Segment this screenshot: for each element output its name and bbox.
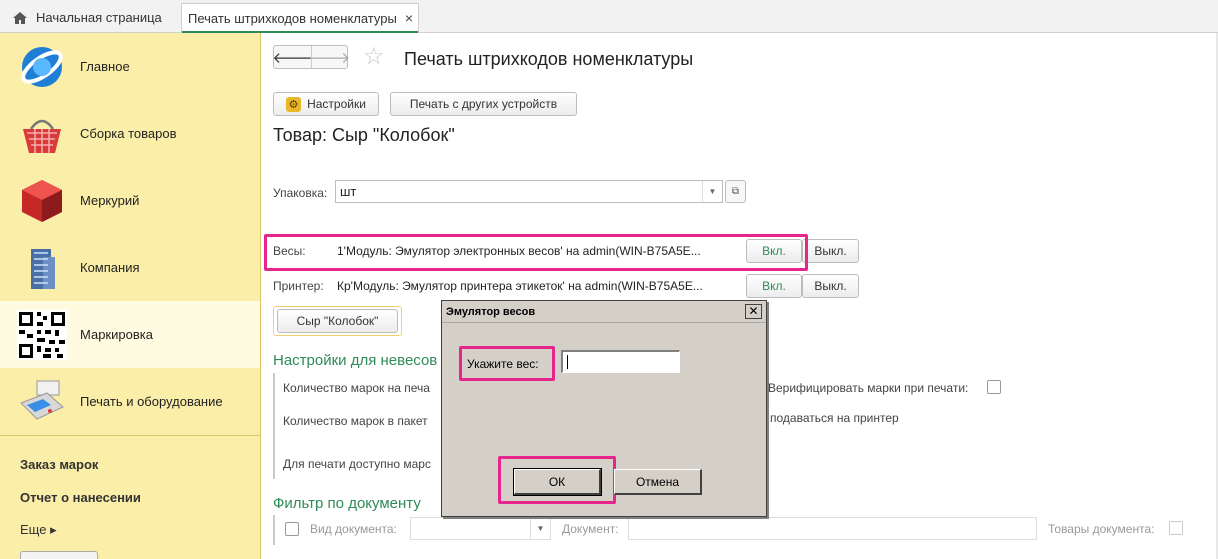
tab-home[interactable]: Начальная страница	[6, 3, 176, 32]
close-tab-icon[interactable]: ×	[405, 10, 413, 26]
marks-count-label: Количество марок на печа	[283, 381, 430, 395]
order-marks-link[interactable]: Заказ марок	[20, 457, 98, 472]
doc-type-select[interactable]: ▼	[410, 517, 551, 540]
gear-icon: ⚙	[286, 96, 302, 112]
document-goods-checkbox[interactable]	[1169, 521, 1183, 535]
close-icon[interactable]: ✕	[745, 304, 762, 319]
favorite-star-icon[interactable]: ☆	[363, 45, 385, 69]
qr-code-icon	[17, 309, 67, 360]
page-title: Печать штрихкодов номенклатуры	[404, 49, 694, 69]
filter-enable-checkbox[interactable]	[285, 522, 299, 536]
settings-group-bar	[273, 373, 275, 479]
chevron-down-icon[interactable]: ▼	[702, 181, 722, 202]
printer-on-button[interactable]: Вкл.	[746, 274, 802, 298]
sidebar-item-assembly[interactable]: Сборка товаров	[0, 100, 260, 167]
forward-button[interactable]: 🡒	[310, 46, 350, 68]
red-cube-icon	[22, 179, 62, 222]
ok-button[interactable]: ОК	[513, 468, 602, 496]
verify-marks-checkbox[interactable]	[987, 380, 1001, 394]
sidebar-item-label: Маркировка	[80, 327, 153, 342]
navigation-buttons: 🡐 🡒	[272, 45, 350, 69]
sidebar-separator	[0, 435, 260, 436]
settings-button-label: Настройки	[307, 97, 366, 111]
home-icon	[13, 11, 27, 24]
open-package-icon[interactable]: ⧉	[725, 180, 746, 203]
tab-print-barcodes-label: Печать штрихкодов номенклатуры	[188, 10, 397, 26]
document-field[interactable]	[628, 517, 1037, 540]
document-label: Документ:	[562, 522, 619, 536]
document-goods-label: Товары документа:	[1048, 522, 1155, 536]
application-report-link[interactable]: Отчет о нанесении	[20, 490, 141, 505]
doc-type-label: Вид документа:	[310, 522, 397, 536]
package-select[interactable]: шт ▼	[335, 180, 723, 203]
weight-label: Укажите вес:	[467, 357, 539, 371]
sidebar-item-label: Сборка товаров	[80, 126, 177, 141]
sidebar-item-marking[interactable]: Маркировка	[0, 301, 260, 368]
cancel-button[interactable]: Отмена	[614, 469, 702, 495]
weight-input[interactable]	[561, 350, 680, 373]
printer-off-button[interactable]: Выкл.	[802, 274, 859, 298]
sidebar-item-label: Главное	[80, 59, 130, 74]
globe-logo-icon	[21, 46, 63, 87]
available-marks-label: Для печати доступно марс	[283, 457, 431, 471]
print-product-button[interactable]: Сыр "Колобок"	[277, 309, 398, 333]
non-weight-settings-title[interactable]: Настройки для невесов	[273, 352, 437, 369]
tab-bar: Начальная страница Печать штрихкодов ном…	[0, 0, 1218, 33]
product-title: Товар: Сыр "Колобок"	[273, 125, 455, 145]
verify-marks-label: Верифицировать марки при печати:	[768, 381, 969, 395]
sidebar-item-label: Печать и оборудование	[80, 394, 223, 409]
scales-value: 1'Модуль: Эмулятор электронных весов' на…	[337, 244, 701, 258]
office-building-icon	[31, 248, 55, 289]
sidebar-item-mercury[interactable]: Меркурий	[0, 167, 260, 234]
scales-label: Весы:	[273, 244, 306, 258]
settings-button[interactable]: ⚙ Настройки	[273, 92, 379, 116]
sidebar: Главное Сборка товаров Меркурий Компания	[0, 33, 261, 559]
scales-off-button[interactable]: Выкл.	[802, 239, 859, 263]
shopping-basket-icon	[23, 119, 61, 153]
package-value: шт	[340, 184, 357, 199]
marks-in-package-label: Количество марок в пакет	[283, 414, 428, 428]
sidebar-item-company[interactable]: Компания	[0, 234, 260, 301]
document-filter-title[interactable]: Фильтр по документу	[273, 495, 421, 512]
pos-terminal-icon	[20, 380, 64, 420]
scale-emulator-dialog: Эмулятор весов ✕ Укажите вес: ОК Отмена	[441, 300, 767, 517]
sidebar-item-main[interactable]: Главное	[0, 33, 260, 100]
printer-label: Принтер:	[273, 279, 324, 293]
tab-print-barcodes[interactable]: Печать штрихкодов номенклатуры ×	[181, 3, 419, 33]
sidebar-item-label: Компания	[80, 260, 140, 275]
scales-on-button[interactable]: Вкл.	[746, 239, 802, 263]
package-label: Упаковка:	[273, 186, 328, 200]
sidebar-item-printing[interactable]: Печать и оборудование	[0, 368, 260, 435]
tab-home-label: Начальная страница	[36, 10, 162, 25]
text-caret	[567, 355, 568, 369]
dialog-title: Эмулятор весов	[442, 301, 766, 323]
printer-value: Кр'Модуль: Эмулятор принтера этикеток' н…	[337, 279, 703, 293]
chevron-down-icon[interactable]: ▼	[530, 518, 550, 539]
sidebar-item-label: Меркурий	[80, 193, 140, 208]
filter-group-bar	[273, 515, 275, 545]
back-button[interactable]: 🡐	[272, 46, 312, 68]
more-link[interactable]: Еще ▸	[20, 522, 57, 538]
send-to-printer-label: подаваться на принтер	[770, 411, 899, 425]
sidebar-bottom-button[interactable]	[20, 551, 98, 559]
print-other-devices-button[interactable]: Печать с других устройств	[390, 92, 577, 116]
